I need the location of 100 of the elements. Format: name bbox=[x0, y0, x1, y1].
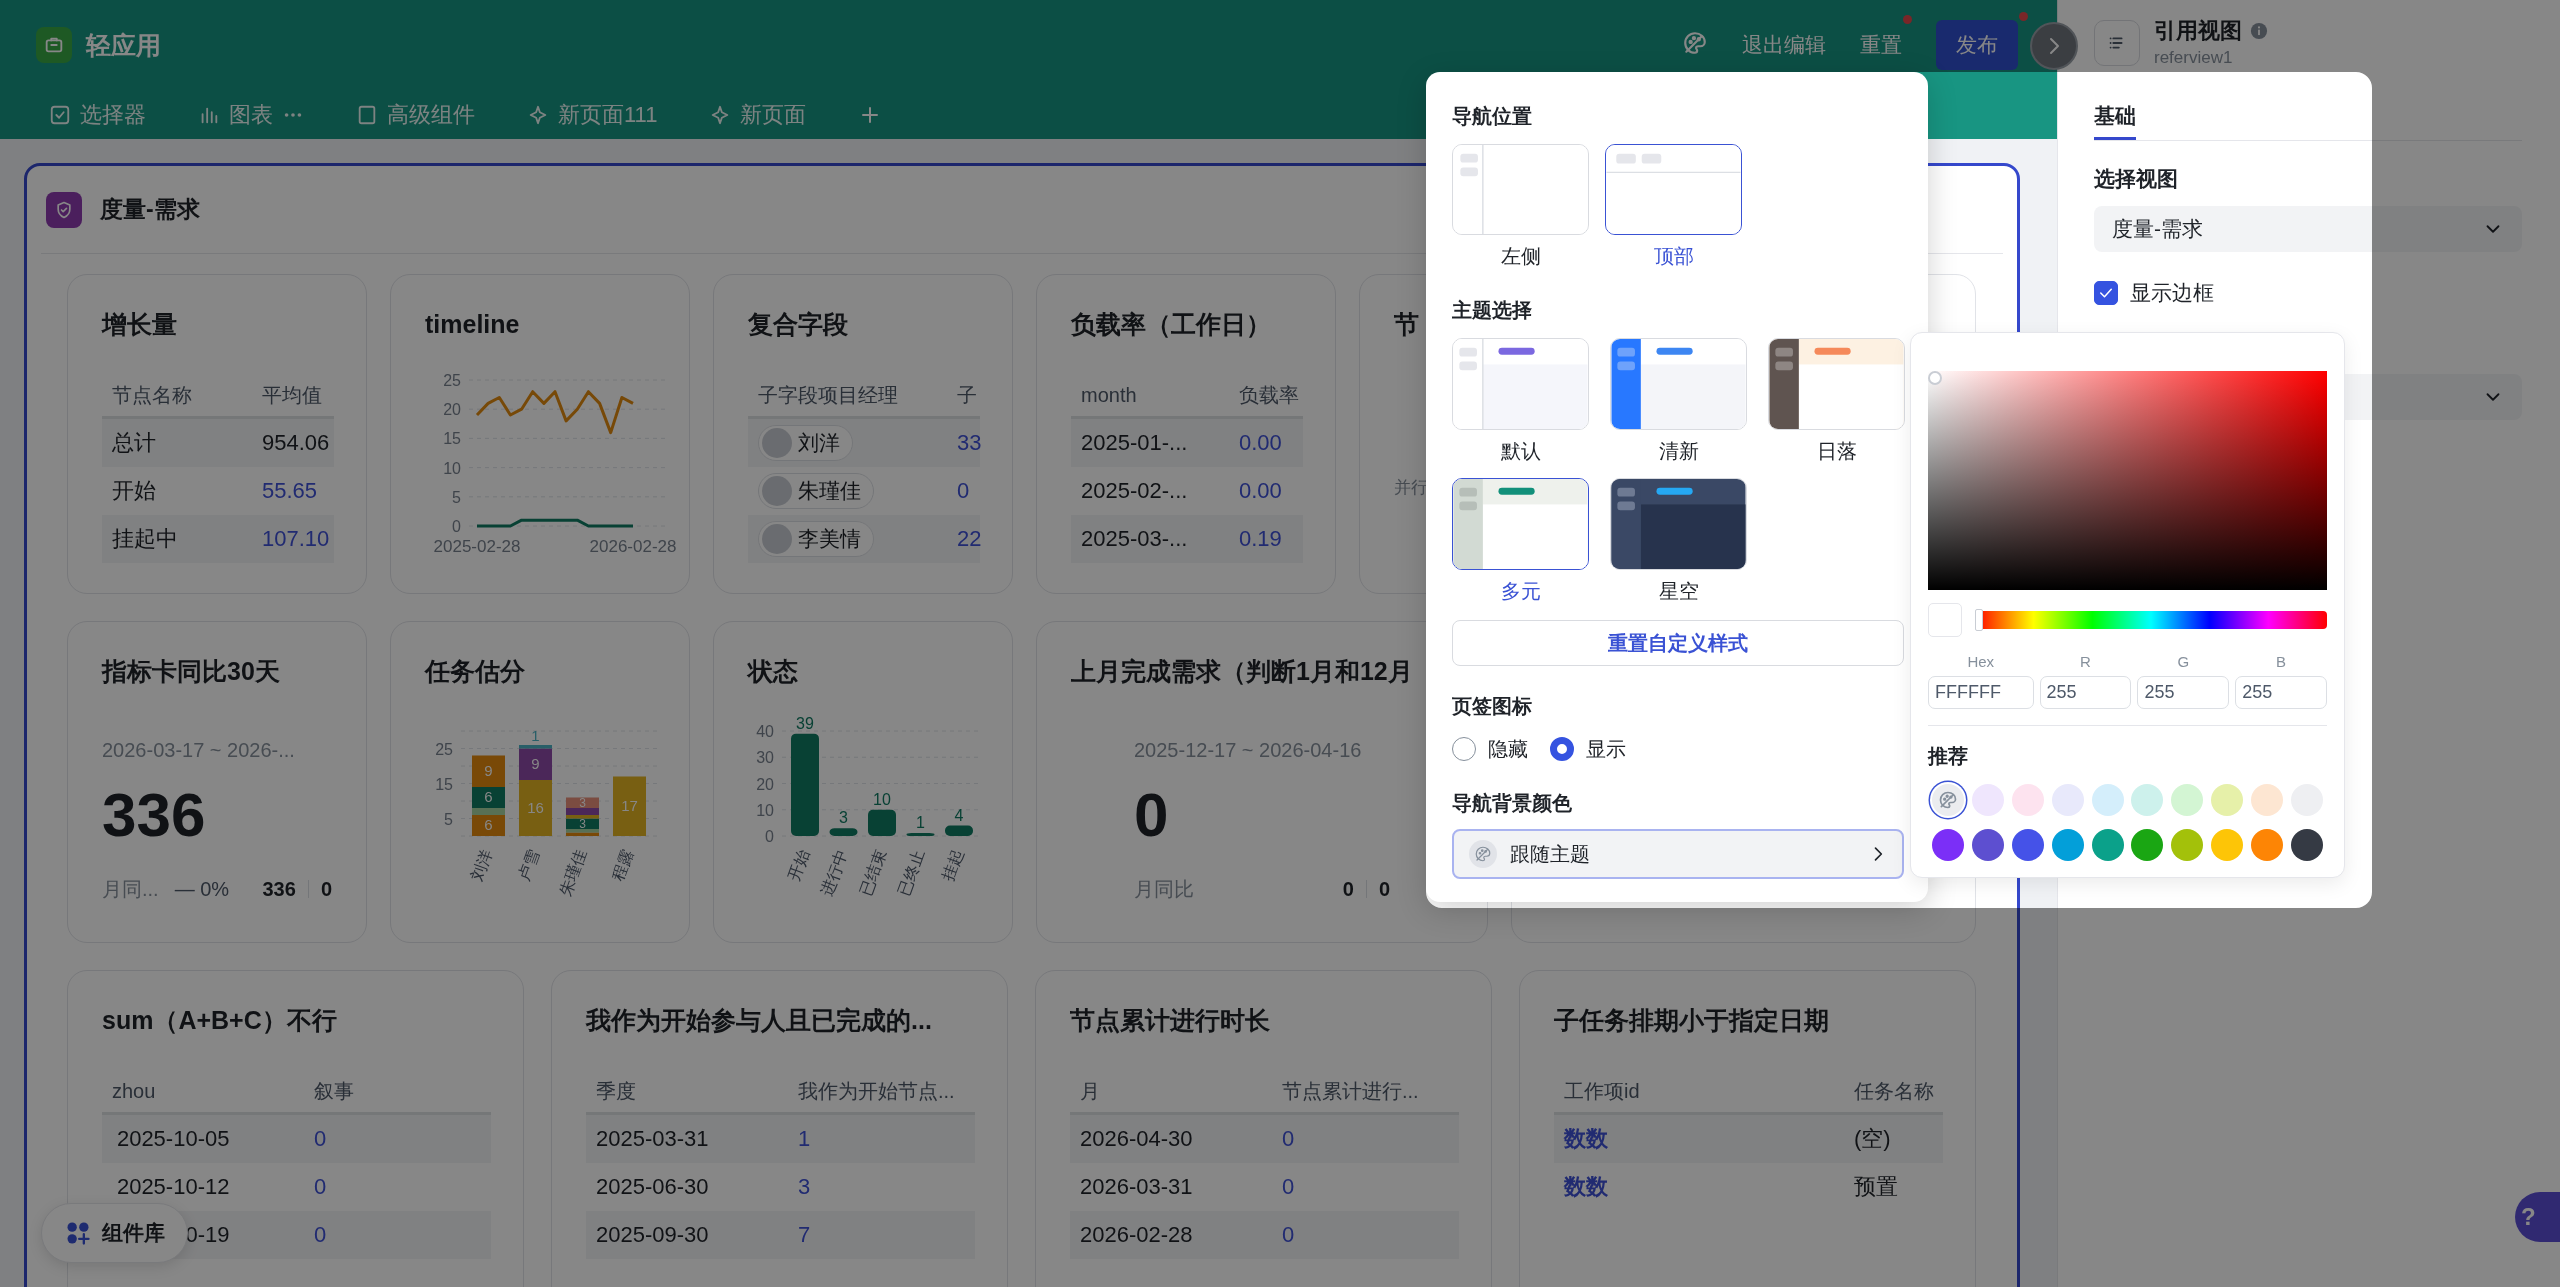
color-value-field[interactable]: 255 bbox=[2137, 676, 2230, 709]
card-title: timeline bbox=[425, 309, 520, 340]
card-title: 复合字段 bbox=[748, 309, 848, 340]
person-chip[interactable]: 李美情 bbox=[758, 521, 874, 557]
hue-slider[interactable] bbox=[1975, 611, 2327, 629]
table-cell[interactable]: 0 bbox=[1272, 1115, 1459, 1163]
color-swatch[interactable] bbox=[2291, 829, 2324, 861]
color-swatch[interactable] bbox=[2091, 784, 2124, 816]
nav-color-select[interactable]: 跟随主题 bbox=[1452, 829, 1904, 879]
theme-option[interactable]: 日落 bbox=[1768, 338, 1905, 465]
table-cell[interactable]: 0 bbox=[947, 467, 980, 515]
axis-label: 已结束 bbox=[856, 847, 889, 899]
axis-label: 刘洋 bbox=[467, 847, 495, 884]
section-title: 主题选择 bbox=[1452, 298, 1533, 323]
table-cell[interactable]: 7 bbox=[788, 1211, 975, 1259]
page-tab[interactable]: 新页面 bbox=[709, 91, 807, 138]
more-icon[interactable] bbox=[282, 110, 304, 119]
table-cell[interactable]: 33 bbox=[947, 419, 980, 467]
theme-option[interactable]: 清新 bbox=[1610, 338, 1747, 465]
nav-position-option[interactable]: 顶部 bbox=[1605, 144, 1742, 270]
palette-icon[interactable] bbox=[1682, 30, 1708, 56]
table-cell: 954.06 bbox=[252, 419, 334, 467]
table-cell[interactable]: 107.10 bbox=[252, 515, 334, 563]
axis-label: 25 bbox=[435, 740, 453, 758]
table-cell[interactable]: 0 bbox=[304, 1163, 491, 1211]
table-cell[interactable]: 0.00 bbox=[1229, 419, 1303, 467]
page-tab[interactable]: 高级组件 bbox=[356, 91, 475, 138]
nav-position-option[interactable]: 左侧 bbox=[1452, 144, 1589, 270]
theme-option[interactable]: 默认 bbox=[1452, 338, 1589, 465]
panel-tab[interactable]: 基础 bbox=[2094, 95, 2136, 140]
color-swatch[interactable] bbox=[2251, 829, 2284, 861]
color-swatch[interactable] bbox=[2251, 784, 2284, 816]
axis-label: 2025-02-28 bbox=[433, 537, 521, 556]
color-swatch[interactable] bbox=[2011, 829, 2044, 861]
publish-button[interactable]: 发布 bbox=[1936, 20, 2018, 70]
checkbox[interactable] bbox=[2094, 281, 2118, 305]
color-swatch[interactable] bbox=[2211, 829, 2244, 861]
radio-button[interactable] bbox=[1452, 737, 1476, 761]
color-value-field[interactable]: 255 bbox=[2235, 676, 2327, 709]
page-tab[interactable]: 选择器 bbox=[49, 91, 146, 138]
color-swatch[interactable] bbox=[1931, 829, 1964, 861]
view-select[interactable]: 度量-需求 bbox=[2094, 206, 2522, 252]
theme-option[interactable]: 星空 bbox=[1610, 478, 1747, 605]
card-title: 子任务排期小于指定日期 bbox=[1554, 1005, 1829, 1036]
table-cell[interactable]: 数数 bbox=[1554, 1115, 1844, 1163]
page-tab[interactable]: 图表 bbox=[198, 91, 304, 138]
axis-label: 朱瑾佳 bbox=[556, 847, 589, 899]
table-cell[interactable]: 0.00 bbox=[1229, 467, 1303, 515]
bar-segment bbox=[613, 776, 646, 836]
saturation-picker[interactable] bbox=[1928, 371, 2327, 590]
toolbar-button[interactable]: 重置 bbox=[1860, 23, 1902, 67]
color-value-field[interactable]: 255 bbox=[2039, 676, 2132, 709]
dashboard-title: 度量-需求 bbox=[100, 195, 200, 224]
axis-label: 卢雪 bbox=[514, 847, 542, 884]
table-cell: 2025-10-05 bbox=[102, 1115, 304, 1163]
person-chip[interactable]: 朱瑾佳 bbox=[758, 473, 874, 509]
toolbar-button[interactable]: 退出编辑 bbox=[1742, 23, 1826, 67]
card-title: 上月完成需求（判断1月和12月 bbox=[1071, 656, 1413, 687]
card-title: 节 bbox=[1394, 309, 1419, 340]
color-swatch[interactable] bbox=[2211, 784, 2244, 816]
data-label: 6 bbox=[484, 816, 493, 833]
theme-option[interactable]: 多元 bbox=[1452, 478, 1589, 605]
color-swatch[interactable] bbox=[2091, 829, 2124, 861]
color-swatch[interactable] bbox=[1971, 829, 2004, 861]
radio-button[interactable] bbox=[1550, 737, 1574, 761]
table-cell[interactable]: 0 bbox=[304, 1211, 491, 1259]
previous-value: 0 bbox=[320, 877, 332, 902]
sparkle-icon bbox=[527, 103, 549, 126]
component-library-button[interactable]: 组件库 bbox=[41, 1203, 188, 1263]
table-cell[interactable]: 55.65 bbox=[252, 467, 334, 515]
page-tab[interactable]: 新页面111 bbox=[527, 91, 658, 138]
table-cell[interactable]: 22 bbox=[947, 515, 980, 563]
color-swatch[interactable] bbox=[2171, 829, 2204, 861]
table-cell[interactable]: 0 bbox=[304, 1115, 491, 1163]
axis-label: 0 bbox=[765, 828, 774, 845]
color-swatch[interactable] bbox=[1971, 784, 2004, 816]
table-cell[interactable]: 1 bbox=[788, 1115, 975, 1163]
color-swatch[interactable] bbox=[2131, 784, 2164, 816]
card-title: 负载率（工作日） bbox=[1071, 309, 1271, 340]
table-cell[interactable]: 0 bbox=[1272, 1163, 1459, 1211]
color-value-field[interactable]: FFFFFF bbox=[1928, 676, 2034, 709]
color-swatch[interactable] bbox=[2051, 829, 2084, 861]
table-cell[interactable]: 0 bbox=[1272, 1211, 1459, 1259]
table-cell[interactable]: 数数 bbox=[1554, 1163, 1844, 1211]
panel-title: 引用视图 bbox=[2154, 17, 2242, 45]
table-cell[interactable]: 3 bbox=[788, 1163, 975, 1211]
reset-style-button[interactable]: 重置自定义样式 bbox=[1452, 620, 1904, 666]
person-chip[interactable]: 刘洋 bbox=[758, 425, 853, 461]
axis-label: 25 bbox=[443, 372, 461, 389]
card-title: 节点累计进行时长 bbox=[1070, 1005, 1270, 1036]
field-label: B bbox=[2275, 654, 2288, 670]
color-swatch[interactable] bbox=[2011, 784, 2044, 816]
avatar bbox=[762, 476, 792, 506]
color-swatch[interactable] bbox=[2131, 829, 2164, 861]
theme-color-swatch[interactable] bbox=[1931, 784, 1964, 816]
axis-label: 5 bbox=[452, 488, 461, 506]
axis-label: 进行中 bbox=[817, 847, 851, 899]
table-cell[interactable]: 0.19 bbox=[1229, 515, 1303, 563]
color-swatch[interactable] bbox=[2171, 784, 2204, 816]
slider-thumb[interactable] bbox=[1975, 609, 1983, 631]
